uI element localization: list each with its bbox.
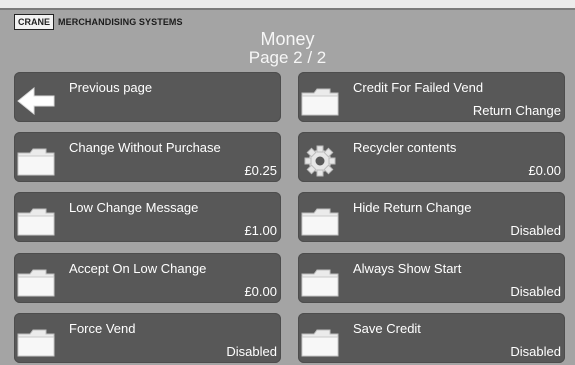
always-show-start-button[interactable]: Always Show Start Disabled	[298, 253, 565, 303]
tile-label: Change Without Purchase	[69, 140, 221, 155]
back-arrow-icon	[16, 85, 56, 117]
tile-value: Disabled	[510, 284, 561, 299]
folder-icon	[16, 145, 56, 177]
accept-on-low-change-button[interactable]: Accept On Low Change £0.00	[14, 253, 281, 303]
previous-page-button[interactable]: Previous page	[14, 72, 281, 122]
brand-logo: CRANE MERCHANDISING SYSTEMS	[14, 14, 183, 30]
tile-value: £0.25	[244, 163, 277, 178]
credit-for-failed-vend-button[interactable]: Credit For Failed Vend Return Change	[298, 72, 565, 122]
tile-label: Previous page	[69, 80, 153, 95]
gear-icon	[300, 145, 340, 177]
low-change-message-button[interactable]: Low Change Message £1.00	[14, 192, 281, 242]
tile-label: Always Show Start	[353, 261, 462, 276]
force-vend-button[interactable]: Force Vend Disabled	[14, 313, 281, 363]
top-bar-divider	[0, 8, 575, 10]
tile-value: Return Change	[472, 103, 561, 118]
brand-name: MERCHANDISING SYSTEMS	[58, 17, 183, 27]
folder-icon	[16, 326, 56, 358]
change-without-purchase-button[interactable]: Change Without Purchase £0.25	[14, 132, 281, 182]
money-settings-page: CRANE MERCHANDISING SYSTEMS Money Page 2…	[0, 0, 575, 365]
folder-icon	[16, 205, 56, 237]
page-title: Money	[260, 29, 315, 49]
tile-label: Accept On Low Change	[69, 261, 207, 276]
folder-icon	[300, 326, 340, 358]
tile-label: Hide Return Change	[353, 200, 472, 215]
tile-value: Disabled	[510, 223, 561, 238]
tile-label: Low Change Message	[69, 200, 199, 215]
tile-value: Disabled	[226, 344, 277, 359]
folder-icon	[300, 205, 340, 237]
save-credit-button[interactable]: Save Credit Disabled	[298, 313, 565, 363]
hide-return-change-button[interactable]: Hide Return Change Disabled	[298, 192, 565, 242]
folder-icon	[300, 85, 340, 117]
tile-value: Disabled	[510, 344, 561, 359]
folder-icon	[300, 266, 340, 298]
folder-icon	[16, 266, 56, 298]
tile-value: £0.00	[528, 163, 561, 178]
tile-label: Save Credit	[353, 321, 421, 336]
page-indicator: Page 2 / 2	[248, 48, 327, 67]
recycler-contents-button[interactable]: Recycler contents £0.00	[298, 132, 565, 182]
tile-value: £1.00	[244, 223, 277, 238]
tile-label: Recycler contents	[353, 140, 457, 155]
top-bar	[0, 0, 575, 8]
crane-logo: CRANE	[14, 14, 55, 30]
tile-label: Force Vend	[69, 321, 136, 336]
tile-value: £0.00	[244, 284, 277, 299]
tile-label: Credit For Failed Vend	[353, 80, 484, 95]
